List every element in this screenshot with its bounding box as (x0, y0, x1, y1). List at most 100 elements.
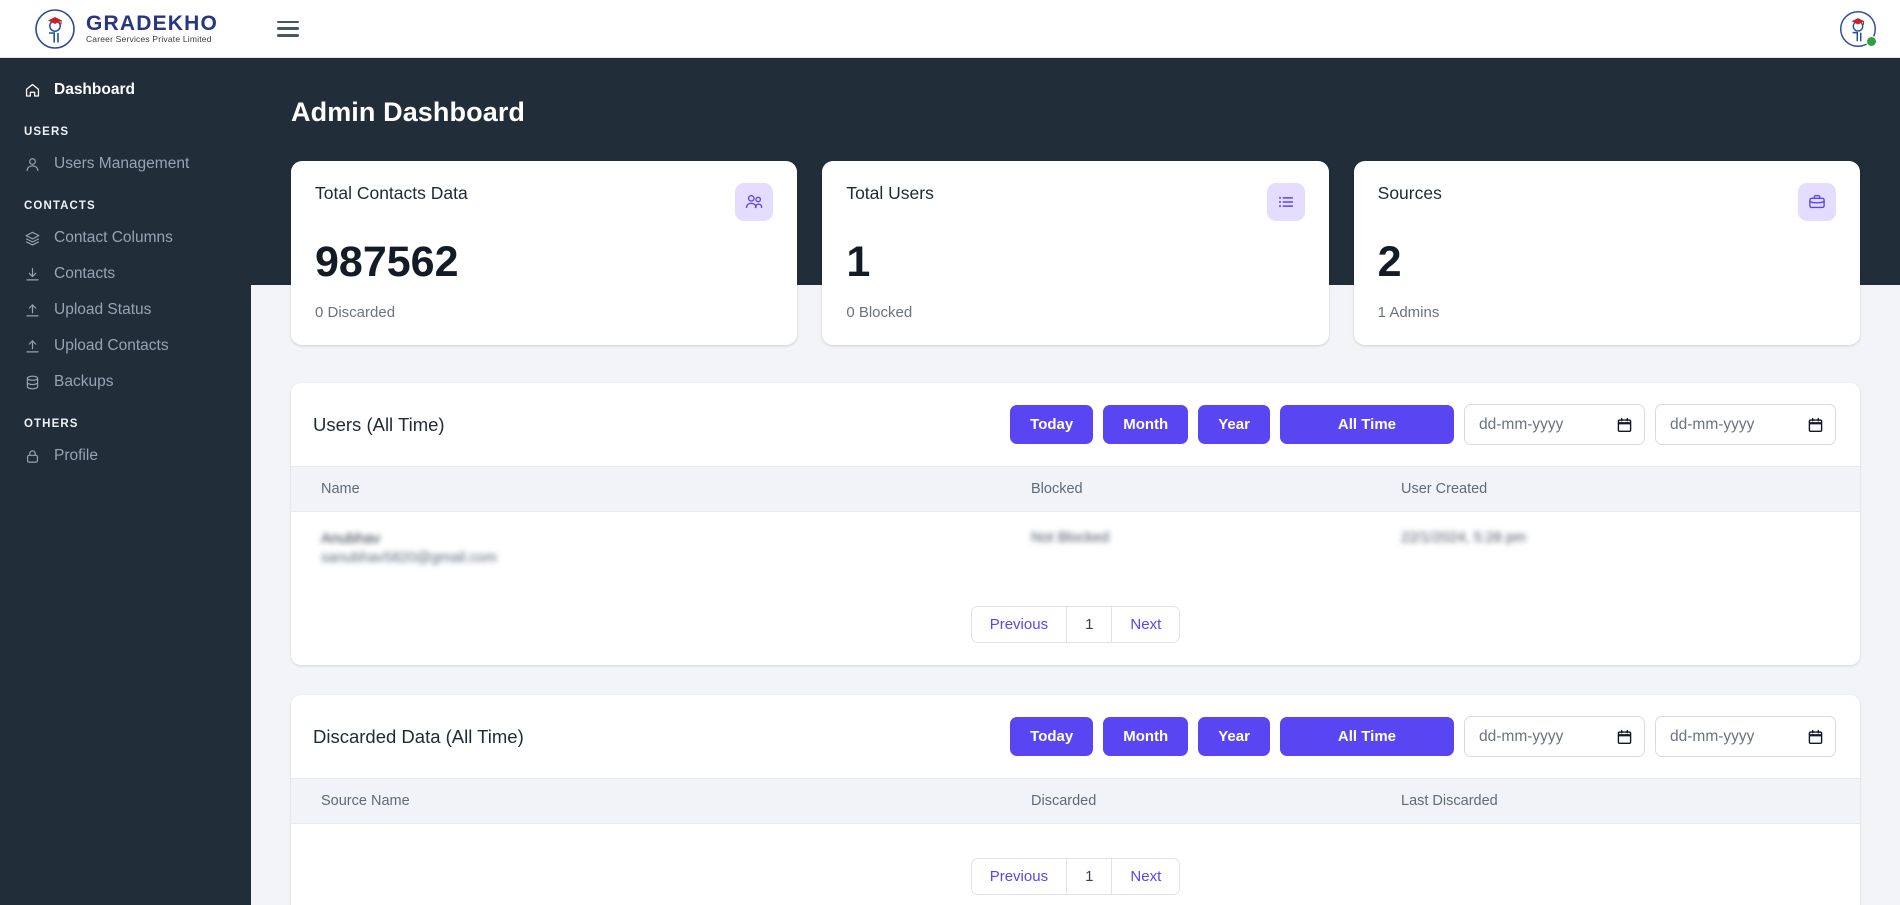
table-empty-body (291, 824, 1860, 838)
sidebar-item-users-management[interactable]: Users Management (0, 146, 251, 182)
sidebar-item-label: Contacts (54, 265, 116, 282)
sidebar-item-label: Dashboard (54, 81, 135, 98)
database-icon (26, 375, 39, 389)
pagination-next[interactable]: Next (1112, 859, 1180, 894)
column-header-name: Name (321, 481, 360, 497)
row-user-email: sanubhav5820@gmail.com (321, 550, 497, 566)
filter-year-button[interactable]: Year (1198, 717, 1270, 756)
column-header-source-name: Source Name (321, 793, 410, 809)
page-title: Admin Dashboard (291, 97, 526, 127)
layers-icon (25, 231, 40, 246)
calendar-icon (1617, 729, 1632, 744)
user-icon (26, 157, 39, 171)
filter-all-time-button[interactable]: All Time (1279, 717, 1454, 756)
sidebar-item-profile[interactable]: Profile (0, 438, 251, 474)
pagination-previous[interactable]: Previous (971, 859, 1068, 894)
table-header: Source Name Discarded Last Discarded (291, 778, 1860, 824)
cell-blocked: Not Blocked (1031, 530, 1110, 546)
calendar-icon (1617, 417, 1632, 432)
sidebar-item-contacts[interactable]: Contacts (0, 256, 251, 292)
top-bar (251, 0, 1900, 58)
end-date-input[interactable]: dd-mm-yyyy (1655, 716, 1836, 757)
sidebar-item-backups[interactable]: Backups (0, 364, 251, 400)
sidebar-section-others: OTHERS (24, 418, 79, 430)
sidebar-item-contact-columns[interactable]: Contact Columns (0, 220, 251, 256)
sidebar-nav: Dashboard USERS Users Management CONTACT… (0, 58, 251, 474)
lock-icon (26, 449, 39, 463)
date-placeholder: dd-mm-yyyy (1670, 415, 1755, 433)
panel-filters: Today Month Year All Time dd-mm-yyyy dd-… (1010, 716, 1836, 757)
sidebar-item-label: Users Management (54, 155, 190, 172)
stat-card-total-contacts: Total Contacts Data 987562 0 Discarded (291, 161, 798, 345)
sidebar-item-dashboard[interactable]: Dashboard (0, 72, 251, 108)
pagination-next[interactable]: Next (1112, 607, 1180, 642)
calendar-icon (1808, 417, 1823, 432)
column-header-discarded: Discarded (1031, 793, 1097, 809)
stat-card-value: 1 (846, 238, 871, 286)
cell-user-created: 22/1/2024, 5:28 pm (1401, 530, 1526, 546)
date-placeholder: dd-mm-yyyy (1670, 727, 1755, 745)
panel-title: Users (All Time) (313, 413, 445, 435)
panel-title: Discarded Data (All Time) (313, 725, 524, 747)
panel-filters: Today Month Year All Time dd-mm-yyyy dd-… (1010, 404, 1836, 445)
brand-logo[interactable]: GRADEKHO Career Services Private Limited (0, 0, 251, 58)
panel-users: Users (All Time) Today Month Year All Ti… (291, 383, 1860, 665)
panels: Users (All Time) Today Month Year All Ti… (251, 345, 1900, 905)
avatar[interactable] (1838, 9, 1878, 49)
pagination-page-1[interactable]: 1 (1067, 859, 1113, 894)
filter-today-button[interactable]: Today (1010, 717, 1094, 756)
filter-month-button[interactable]: Month (1103, 405, 1189, 444)
sidebar: GRADEKHO Career Services Private Limited… (0, 0, 251, 905)
pagination-page-1[interactable]: 1 (1067, 607, 1113, 642)
filter-all-time-button[interactable]: All Time (1279, 405, 1454, 444)
sidebar-item-label: Profile (54, 447, 98, 464)
row-user-name: Anubhav (321, 530, 381, 547)
column-header-user-created: User Created (1401, 481, 1488, 497)
sidebar-section-users: USERS (24, 126, 70, 138)
table-row[interactable]: Anubhav sanubhav5820@gmail.com Not Block… (291, 512, 1860, 586)
stat-card-label: Sources (1377, 183, 1442, 203)
sidebar-item-label: Upload Status (54, 301, 152, 318)
admin-dashboard-app: GRADEKHO Career Services Private Limited… (0, 0, 1900, 905)
stat-card-label: Total Contacts Data (315, 183, 468, 203)
sidebar-item-label: Upload Contacts (54, 337, 169, 354)
stat-card-sources: Sources 2 1 Admins (1353, 161, 1860, 345)
filter-today-button[interactable]: Today (1010, 405, 1094, 444)
panel-discarded-data: Discarded Data (All Time) Today Month Ye… (291, 695, 1860, 905)
stat-card-label: Total Users (846, 183, 934, 203)
download-icon (26, 267, 39, 280)
sidebar-item-upload-status[interactable]: Upload Status (0, 292, 251, 328)
filter-month-button[interactable]: Month (1103, 717, 1189, 756)
briefcase-icon (1797, 183, 1836, 221)
stat-card-sub: 0 Discarded (315, 304, 396, 321)
sidebar-item-label: Contact Columns (54, 229, 173, 246)
table-header: Name Blocked User Created (291, 466, 1860, 512)
start-date-input[interactable]: dd-mm-yyyy (1464, 404, 1645, 445)
upload-icon (26, 339, 39, 352)
sidebar-section-contacts: CONTACTS (24, 200, 96, 212)
stat-card-sub: 1 Admins (1377, 304, 1440, 321)
hamburger-icon[interactable] (277, 20, 299, 37)
brand-name: GRADEKHO (85, 12, 219, 36)
stat-card-total-users: Total Users 1 0 Blocked (822, 161, 1329, 345)
pagination-previous[interactable]: Previous (971, 607, 1068, 642)
stat-card-value: 2 (1377, 238, 1402, 286)
start-date-input[interactable]: dd-mm-yyyy (1464, 716, 1645, 757)
gradekho-logo-icon (35, 8, 75, 49)
cell-name: Anubhav sanubhav5820@gmail.com (321, 530, 1031, 566)
sidebar-item-label: Backups (54, 373, 114, 390)
main-area: Admin Dashboard Total Contacts Data 9875… (251, 0, 1900, 905)
upload-icon (26, 303, 39, 316)
filter-year-button[interactable]: Year (1198, 405, 1270, 444)
column-header-blocked: Blocked (1031, 481, 1083, 497)
pagination-users: Previous 1 Next (291, 586, 1860, 665)
list-icon (1266, 183, 1305, 221)
sidebar-item-upload-contacts[interactable]: Upload Contacts (0, 328, 251, 364)
people-icon (735, 183, 774, 221)
brand-tagline: Career Services Private Limited (85, 34, 212, 45)
stat-card-sub: 0 Blocked (846, 304, 913, 321)
date-placeholder: dd-mm-yyyy (1479, 415, 1564, 433)
pagination-discarded: Previous 1 Next (291, 838, 1860, 905)
end-date-input[interactable]: dd-mm-yyyy (1655, 404, 1836, 445)
dashboard-content: Admin Dashboard Total Contacts Data 9875… (251, 58, 1900, 905)
